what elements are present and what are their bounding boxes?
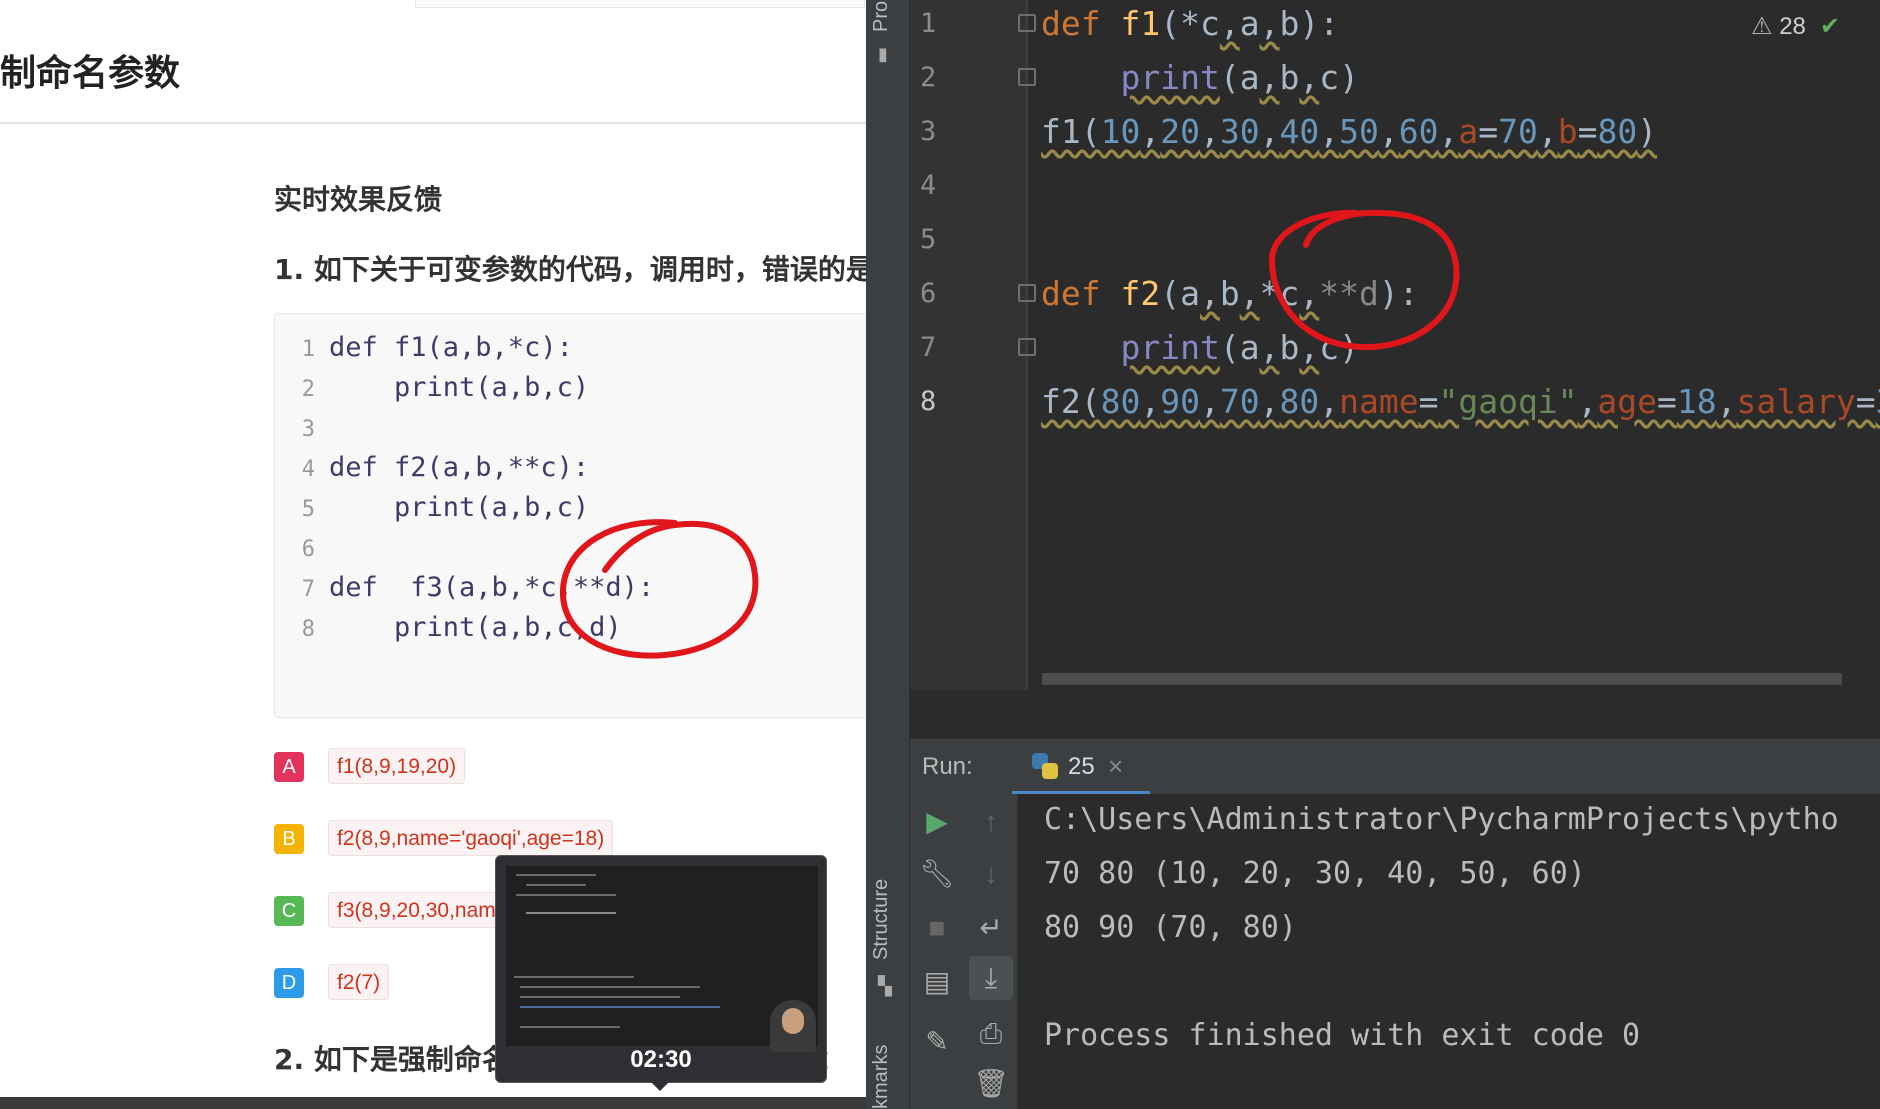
option-badge: C [274,896,304,926]
editor-line-1[interactable]: def f1(*c,a,b): [1041,4,1339,43]
console-line: 80 90 (70, 80) [1044,910,1297,945]
run-tools-column-1: ▶ 🔧︎ ■ ▤ ✎ [910,794,964,1109]
line-number: 1 [920,8,937,39]
code-block: 1 def f1(a,b,*c): 2 print(a,b,c) 3 4 def f… [274,313,866,718]
run-tools-column-2: ↑ ↓ ↵ ⤓ ⎙ 🗑︎ [964,794,1018,1109]
folder-icon[interactable]: ▮ [878,44,898,64]
code-line-text: def f1(a,b,*c): [329,332,573,363]
wrench-icon[interactable]: 🔧︎ [915,852,959,896]
console-line: 70 80 (10, 20, 30, 40, 50, 60) [1044,856,1586,891]
fold-marker-icon[interactable] [1018,14,1036,32]
code-line-number: 1 [301,337,315,362]
code-line: 3 [275,408,865,448]
line-number: 7 [920,332,937,363]
warning-icon: ⚠ [1751,13,1773,40]
code-line-text: print(a,b,c) [329,372,590,403]
option-badge: B [274,824,304,854]
editor-line-7[interactable]: print(a,b,c) [1041,328,1358,367]
up-arrow-icon[interactable]: ↑ [969,800,1013,844]
structure-icon: ▚ [878,976,892,996]
fold-marker-icon[interactable] [1018,284,1036,302]
ide-window: Pro ▮ Structure ▚ kmarks 1 2 3 4 5 6 7 8… [866,0,1880,1109]
option-d[interactable]: D f2(7) [274,964,424,1000]
structure-tool-tab[interactable]: Structure [870,879,893,960]
code-line-number: 5 [301,497,315,522]
section-title: 制命名参数 [0,53,181,94]
option-a[interactable]: A f1(8,9,19,20) [274,748,494,784]
run-toolbar: Run: 25 × [910,738,1880,795]
code-line-number: 3 [301,417,315,442]
code-line: 7 def f3(a,b,*c,**d): [275,568,865,608]
rerun-icon[interactable]: ▶ [915,800,959,844]
code-line: 8 print(a,b,c,d) [275,608,865,648]
divider [0,122,866,124]
video-progress-bar[interactable] [0,1097,866,1109]
run-label: Run: [922,753,973,780]
line-number: 8 [920,386,937,417]
print-icon[interactable]: ⎙ [969,1012,1013,1056]
project-tool-tab[interactable]: Pro [870,1,893,32]
stop-icon[interactable]: ■ [915,906,959,950]
console-output[interactable]: C:\Users\Administrator\PycharmProjects\p… [1018,794,1880,1109]
line-number: 5 [920,224,937,255]
line-number: 2 [920,62,937,93]
console-line: Process finished with exit code 0 [1044,1018,1641,1053]
option-text: f1(8,9,19,20) [328,748,466,784]
fold-marker-icon[interactable] [1018,338,1036,356]
inspection-widget[interactable]: ⚠ 28 ✔ [1751,12,1840,41]
code-line-number: 6 [301,537,315,562]
code-line-number: 7 [301,577,315,602]
line-number: 6 [920,278,937,309]
trash-icon[interactable]: 🗑︎ [969,1062,1013,1106]
subheading: 实时效果反馈 [274,183,443,216]
presenter-avatar [770,1000,816,1052]
code-line-number: 4 [301,457,315,482]
fold-marker-icon[interactable] [1018,68,1036,86]
scroll-to-end-icon[interactable]: ⤓ [969,956,1013,1000]
python-icon [1032,753,1058,779]
option-badge: A [274,752,304,782]
line-number: 4 [920,170,937,201]
video-timestamp: 02:30 [630,1046,692,1073]
console-line: C:\Users\Administrator\PycharmProjects\p… [1044,802,1839,837]
close-icon[interactable]: × [1108,751,1123,782]
option-text: f2(8,9,name='gaoqi',age=18) [328,820,614,856]
editor-line-6[interactable]: def f2(a,b,*c,**d): [1041,274,1419,313]
layout-icon[interactable]: ▤ [915,960,959,1004]
code-line: 2 print(a,b,c) [275,368,865,408]
option-text: f2(7) [328,964,390,1000]
down-arrow-icon[interactable]: ↓ [969,852,1013,896]
code-line-number: 8 [301,617,315,642]
editor-line-2[interactable]: print(a,b,c) [1041,58,1358,97]
popup-tail [651,1082,669,1091]
run-tab-label: 25 [1068,753,1095,780]
code-line-text: print(a,b,c,d) [329,612,622,643]
pin-icon[interactable]: ✎ [915,1020,959,1064]
code-line-text: def f2(a,b,**c): [329,452,590,483]
run-tab[interactable]: 25 × [1012,739,1150,795]
code-line: 1 def f1(a,b,*c): [275,328,865,368]
code-line-number: 2 [301,377,315,402]
video-preview-popup[interactable]: 02:30 [495,855,827,1083]
code-line: 6 [275,528,865,568]
horizontal-scrollbar[interactable] [1042,673,1842,685]
code-line-text: print(a,b,c) [329,492,590,523]
warning-count: 28 [1779,13,1806,40]
code-line: 4 def f2(a,b,**c): [275,448,865,488]
option-text: f3(8,9,20,30,nam [328,892,505,928]
editor-line-8[interactable]: f2(80,90,70,80,name="gaoqi",age=18,salar… [1041,382,1880,421]
check-icon: ✔ [1819,13,1840,40]
option-badge: D [274,968,304,998]
question-1: 1. 如下关于可变参数的代码，调用时，错误的是 [274,253,866,286]
option-b[interactable]: B f2(8,9,name='gaoqi',age=18) [274,820,674,856]
editor-line-3[interactable]: f1(10,20,30,40,50,60,a=70,b=80) [1041,112,1657,151]
soft-wrap-icon[interactable]: ↵ [969,906,1013,950]
code-line-text: def f3(a,b,*c,**d): [329,572,655,603]
tool-window-strip: Pro ▮ Structure ▚ kmarks [866,0,910,1109]
code-line: 5 print(a,b,c) [275,488,865,528]
bookmarks-tool-tab[interactable]: kmarks [870,1045,893,1109]
top-bar [415,0,865,8]
line-number: 3 [920,116,937,147]
